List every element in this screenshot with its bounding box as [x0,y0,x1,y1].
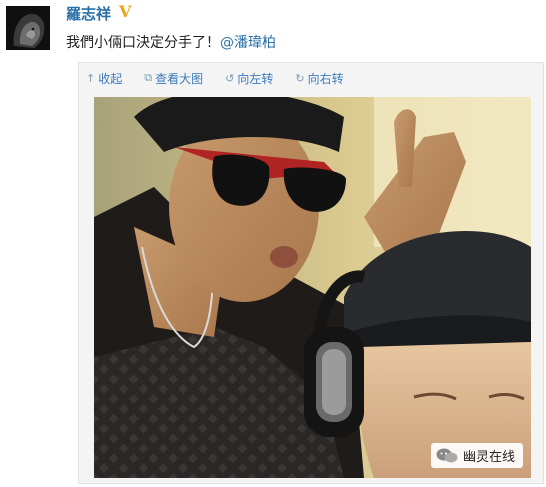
rotate-right-icon: ↻ [295,71,305,85]
watermark: 幽灵在线 [430,443,523,468]
view-large-button[interactable]: ⧉ 查看大图 [144,68,203,88]
username[interactable]: 羅志祥 [66,3,111,24]
mention-link[interactable]: @潘瑋柏 [220,35,276,51]
rotate-left-icon: ↺ [225,71,235,85]
rotate-left-label: 向左转 [237,71,274,86]
post-photo[interactable]: 幽灵在线 [94,97,531,478]
view-large-label: 查看大图 [155,71,204,86]
rotate-left-button[interactable]: ↺ 向左转 [225,68,273,88]
external-view-icon: ⧉ [144,71,153,84]
avatar[interactable] [6,6,50,50]
image-toolbar: ↑ 收起 ⧉ 查看大图 ↺ 向左转 ↻ 向右转 [86,68,344,88]
photo-illustration [94,97,531,478]
wechat-icon [436,448,458,463]
collapse-button[interactable]: ↑ 收起 [86,68,122,88]
verified-badge: V [119,2,132,21]
rotate-right-button[interactable]: ↻ 向右转 [295,68,343,88]
lion-avatar-icon [6,6,50,50]
post-text: 我們小倆口決定分手了！@潘瑋柏 [66,32,276,52]
post-body-text: 我們小倆口決定分手了！ [66,35,220,51]
rotate-right-label: 向右转 [307,71,344,86]
arrow-up-icon: ↑ [86,71,96,85]
collapse-label: 收起 [98,71,123,86]
watermark-label: 幽灵在线 [462,450,515,465]
